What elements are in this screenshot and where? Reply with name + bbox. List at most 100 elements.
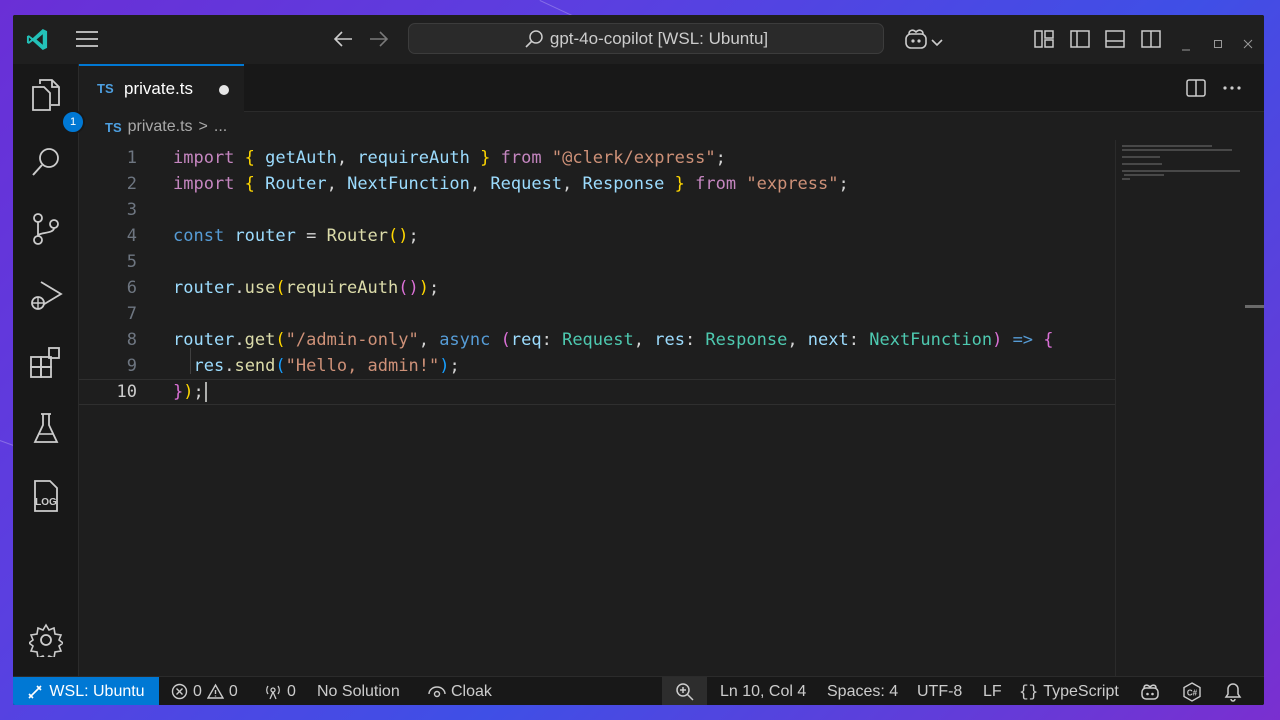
line-number: 4 [126,226,137,246]
remote-icon [28,684,42,699]
scrollbar-cursor-marker [1245,305,1264,308]
run-and-debug-icon[interactable] [27,276,65,314]
source-control-icon[interactable] [27,210,65,248]
cursor-position-label: Ln 10, Col 4 [720,682,807,700]
error-icon [171,683,188,700]
menu-icon[interactable] [75,30,99,52]
manage-gear-icon[interactable] [27,621,65,659]
code-line: 4 const router = Router(); [79,223,1115,249]
window-title: gpt-4o-copilot [WSL: Ubuntu] [549,28,769,48]
encoding-indicator[interactable]: UTF-8 [917,677,962,705]
ports-indicator[interactable]: 0 [264,677,296,705]
code-line: 5 [79,249,1115,275]
svg-text:C#: C# [1187,688,1198,697]
solution-indicator[interactable]: No Solution [317,677,400,705]
minimap-line [1122,156,1160,158]
code-text: const router = Router(); [173,226,419,246]
remote-label: WSL: Ubuntu [49,682,145,700]
back-arrow-icon[interactable] [333,30,353,52]
customize-layout-icon[interactable] [1034,30,1054,52]
spaces-label: Spaces: 4 [827,682,899,700]
toggle-panel-icon[interactable] [1105,30,1125,52]
text-cursor [204,382,207,402]
csharp-extension-icon[interactable]: C# [1182,677,1202,705]
breadcrumb: TS private.ts > ... [105,118,227,136]
minimap-line [1122,178,1130,180]
explorer-icon[interactable]: 1 [27,76,85,134]
current-line-highlight [79,379,1115,405]
braces-icon: {} [1019,682,1039,701]
minimap[interactable] [1115,140,1251,676]
code-line: 7 [79,301,1115,327]
explorer-badge: 1 [61,110,85,134]
breadcrumb-file[interactable]: private.ts [128,118,193,136]
code-line: 1 import { getAuth, requireAuth } from "… [79,145,1115,171]
toggle-primary-sidebar-icon[interactable] [1070,30,1090,52]
forward-arrow-icon[interactable] [369,30,389,52]
tab-private-ts[interactable]: TS private.ts [79,64,244,112]
eol-label: LF [983,682,1002,700]
copilot-status-icon[interactable] [1140,677,1160,705]
line-number: 9 [126,356,137,376]
status-bar: WSL: Ubuntu 0 0 0 No Solution Cloak Ln 1… [13,676,1264,705]
broadcast-icon [266,685,280,700]
error-count: 0 [193,682,202,700]
zoom-indicator[interactable] [662,677,707,705]
breadcrumb-symbols[interactable]: ... [214,118,227,136]
maximize-icon[interactable] [1213,34,1223,53]
vscode-logo-icon [26,28,49,55]
tab-label: private.ts [124,79,193,98]
code-text: res.send("Hello, admin!"); [193,356,460,376]
code-text: }); [173,379,207,405]
minimap-line [1122,145,1212,147]
testing-icon[interactable] [27,410,65,448]
line-number: 3 [126,200,137,220]
cursor-position[interactable]: Ln 10, Col 4 [720,677,806,705]
typescript-file-icon: TS [105,119,122,135]
code-text: import { Router, NextFunction, Request, … [173,174,849,194]
line-number: 7 [126,304,137,324]
language-mode[interactable]: {} TypeScript [1019,677,1119,705]
code-line: 2 import { Router, NextFunction, Request… [79,171,1115,197]
eye-icon [428,685,446,697]
chevron-down-icon[interactable] [931,33,943,52]
extensions-icon[interactable] [27,343,65,381]
line-number: 8 [126,330,137,350]
tab-bar: TS private.ts [79,64,1264,112]
vscode-window: gpt-4o-copilot [WSL: Ubuntu] 1 LOG TS pr… [13,15,1264,705]
code-line: 9 res.send("Hello, admin!"); [79,353,1115,379]
code-editor[interactable]: 1 import { getAuth, requireAuth } from "… [79,140,1115,676]
command-center[interactable]: gpt-4o-copilot [WSL: Ubuntu] [408,23,884,54]
output-log-icon[interactable]: LOG [27,477,65,515]
solution-label: No Solution [317,682,400,700]
code-text: router.use(requireAuth()); [173,278,440,298]
notifications-bell-icon[interactable] [1224,677,1242,705]
warning-icon [206,683,224,699]
code-line-active: 10 }); [79,379,1115,405]
code-line: 3 [79,197,1115,223]
cloak-label: Cloak [451,682,492,700]
code-line: 6 router.use(requireAuth()); [79,275,1115,301]
minimap-line [1122,149,1232,151]
code-text: router.get("/admin-only", async (req: Re… [173,330,1054,350]
language-label: TypeScript [1043,682,1119,700]
code-text: import { getAuth, requireAuth } from "@c… [173,148,726,168]
zoom-in-icon [675,682,694,701]
toggle-secondary-sidebar-icon[interactable] [1141,30,1161,52]
minimap-line [1122,170,1240,172]
more-actions-icon[interactable] [1222,79,1242,101]
line-number: 2 [126,174,137,194]
encoding-label: UTF-8 [917,682,963,700]
svg-text:LOG: LOG [35,497,57,508]
close-icon[interactable] [1243,34,1253,53]
unsaved-dot-icon[interactable] [219,85,229,95]
split-editor-icon[interactable] [1186,79,1206,101]
eol-indicator[interactable]: LF [983,677,1002,705]
search-icon[interactable] [27,143,65,181]
problems-indicator[interactable]: 0 0 [171,677,238,705]
indentation-indicator[interactable]: Spaces: 4 [827,677,898,705]
copilot-icon[interactable] [903,28,929,54]
cloak-indicator[interactable]: Cloak [428,677,492,705]
minimize-icon[interactable] [1181,37,1191,56]
remote-indicator[interactable]: WSL: Ubuntu [13,677,159,705]
